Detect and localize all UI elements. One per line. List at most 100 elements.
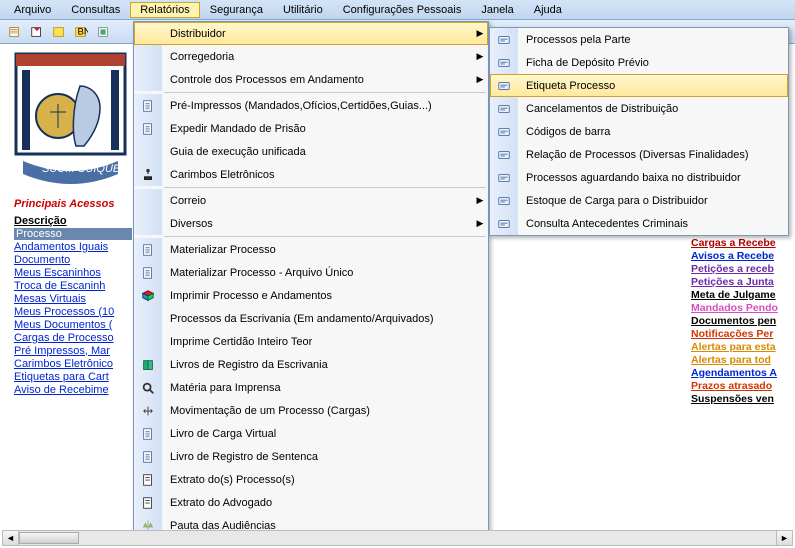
menu-item[interactable]: Carimbos Eletrônicos [134,163,488,186]
menu-item[interactable]: Guia de execução unificada [134,140,488,163]
sidebar-title: Principais Acessos [14,198,114,210]
menu-item[interactable]: Extrato do(s) Processo(s) [134,468,488,491]
sidebar-item[interactable]: Meus Processos (10 [14,305,132,318]
doc-icon [134,94,162,117]
sidebar-item[interactable]: Processo [14,228,132,240]
toolbar-btn-5[interactable] [94,23,112,41]
alert-link[interactable]: Prazos atrasado [691,379,791,392]
sidebar-item[interactable]: Documento [14,253,132,266]
menu-config[interactable]: Configurações Pessoais [333,2,472,18]
menu-item-label: Distribuidor [162,28,472,40]
alert-link[interactable]: Notificações Per [691,327,791,340]
menu-separator [164,187,486,188]
submenu-item[interactable]: Códigos de barra [490,120,788,143]
menu-item[interactable]: Livro de Carga Virtual [134,422,488,445]
scroll-right-button[interactable]: ► [776,531,792,545]
blank-icon [134,212,162,235]
menu-item[interactable]: Matéria para Imprensa [134,376,488,399]
menu-item[interactable]: Materializar Processo - Arquivo Único [134,261,488,284]
alert-link[interactable]: Agendamentos A [691,366,791,379]
submenu-item-label: Relação de Processos (Diversas Finalidad… [518,149,788,161]
menu-item-label: Movimentação de um Processo (Cargas) [162,405,488,417]
sidebar-item[interactable]: Pré Impressos, Mar [14,344,132,357]
doc-icon [134,117,162,140]
submenu-item[interactable]: Estoque de Carga para o Distribuidor [490,189,788,212]
submenu-item[interactable]: Consulta Antecedentes Criminais [490,212,788,235]
menu-item[interactable]: Corregedoria▶ [134,45,488,68]
menu-arquivo[interactable]: Arquivo [4,2,61,18]
alert-link[interactable]: Avisos a Recebe [691,249,791,262]
submenu-item-label: Processos aguardando baixa no distribuid… [518,172,788,184]
submenu-item[interactable]: Relação de Processos (Diversas Finalidad… [490,143,788,166]
sidebar-item[interactable]: Meus Documentos ( [14,318,132,331]
menu-item-label: Materializar Processo - Arquivo Único [162,267,488,279]
menu-item[interactable]: Livro de Registro de Sentenca [134,445,488,468]
toolbar-btn-4[interactable]: BND [72,23,90,41]
submenu-item[interactable]: Etiqueta Processo [490,74,788,97]
alert-link[interactable]: Documentos pen [691,314,791,327]
menu-item-label: Carimbos Eletrônicos [162,169,488,181]
menu-item-label: Diversos [162,218,472,230]
menu-item[interactable]: Materializar Processo [134,238,488,261]
menu-item[interactable]: Diversos▶ [134,212,488,235]
alert-link[interactable]: Alertas para tod [691,353,791,366]
toolbar-btn-1[interactable] [6,23,24,41]
submenu-item[interactable]: Processos pela Parte [490,28,788,51]
scroll-left-button[interactable]: ◄ [3,531,19,545]
submenu-item[interactable]: Cancelamentos de Distribuição [490,97,788,120]
card-icon [490,97,518,120]
menu-janela[interactable]: Janela [471,2,523,18]
horizontal-scrollbar[interactable]: ◄ ► [2,530,793,546]
alert-link[interactable]: Petições a Junta [691,275,791,288]
sidebar-item[interactable]: Carimbos Eletrônico [14,357,132,370]
sidebar-item[interactable]: Cargas de Processo [14,331,132,344]
toolbar-btn-3[interactable] [50,23,68,41]
submenu-arrow-icon: ▶ [472,74,488,85]
alert-link[interactable]: Cargas a Recebe [691,236,791,249]
alert-link[interactable]: Petições a receb [691,262,791,275]
menu-utilitario[interactable]: Utilitário [273,2,333,18]
card-icon [490,212,518,235]
menu-relatorios[interactable]: Relatórios [130,2,200,18]
alert-link[interactable]: Mandados Pendo [691,301,791,314]
submenu-item[interactable]: Ficha de Depósito Prévio [490,51,788,74]
toolbar-btn-2[interactable] [28,23,46,41]
menu-item[interactable]: Distribuidor▶ [134,22,488,45]
scroll-thumb[interactable] [19,532,79,544]
submenu-item[interactable]: Processos aguardando baixa no distribuid… [490,166,788,189]
sidebar-item[interactable]: Etiquetas para Cart [14,370,132,383]
menu-item[interactable]: Pré-Impressos (Mandados,Ofícios,Certidõe… [134,94,488,117]
sidebar-item[interactable]: Andamentos Iguais [14,240,132,253]
sidebar-item[interactable]: Troca de Escaninh [14,279,132,292]
menu-item[interactable]: Processos da Escrivania (Em andamento/Ar… [134,307,488,330]
sidebar-item[interactable]: Mesas Virtuais [14,292,132,305]
sidebar-heading: Descrição [14,214,132,228]
doc-icon [134,445,162,468]
menu-item[interactable]: Controle dos Processos em Andamento▶ [134,68,488,91]
menu-item-label: Correio [162,195,472,207]
excerpt-icon [134,491,162,514]
menu-item[interactable]: Imprimir Processo e Andamentos [134,284,488,307]
menu-consultas[interactable]: Consultas [61,2,130,18]
card-icon [490,120,518,143]
menu-ajuda[interactable]: Ajuda [524,2,572,18]
card-icon [490,189,518,212]
menu-seguranca[interactable]: Segurança [200,2,273,18]
submenu-item-label: Cancelamentos de Distribuição [518,103,788,115]
alert-link[interactable]: Alertas para esta [691,340,791,353]
menu-item[interactable]: Livros de Registro da Escrivania [134,353,488,376]
sidebar-item[interactable]: Meus Escaninhos [14,266,132,279]
menu-item[interactable]: Imprime Certidão Inteiro Teor [134,330,488,353]
menu-item[interactable]: Correio▶ [134,189,488,212]
alert-link[interactable]: Suspensões ven [691,392,791,405]
sidebar-item[interactable]: Aviso de Recebime [14,383,132,396]
menu-item[interactable]: Movimentação de um Processo (Cargas) [134,399,488,422]
submenu-arrow-icon: ▶ [472,51,488,62]
blank-icon [134,45,162,68]
menu-item[interactable]: Expedir Mandado de Prisão [134,117,488,140]
alert-link[interactable]: Meta de Julgame [691,288,791,301]
stamp-icon [134,163,162,186]
menu-item[interactable]: Extrato do Advogado [134,491,488,514]
submenu-item-label: Etiqueta Processo [518,80,788,92]
distribuidor-submenu: Processos pela ParteFicha de Depósito Pr… [489,27,789,236]
